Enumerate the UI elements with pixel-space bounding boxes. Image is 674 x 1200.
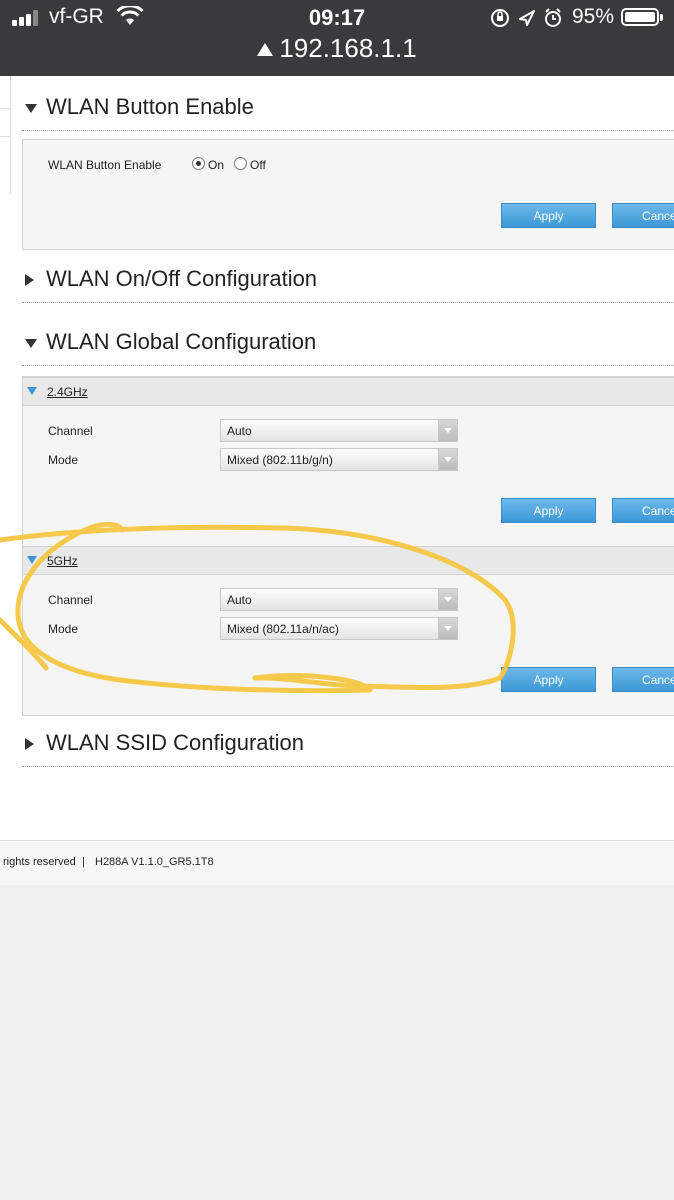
apply-button[interactable]: Apply <box>501 667 596 692</box>
url-text: 192.168.1.1 <box>279 33 417 63</box>
battery-icon <box>621 8 663 26</box>
location-arrow-icon <box>519 10 535 26</box>
mode-select-24[interactable]: Mixed (802.11b/g/n) <box>220 448 458 471</box>
copyright-text: rights reserved <box>3 856 76 868</box>
cancel-button[interactable]: Cance <box>612 203 674 228</box>
rotation-lock-icon <box>491 9 509 27</box>
collapsed-triangle-icon <box>25 738 34 750</box>
mode-label: Mode <box>48 453 79 467</box>
left-nav-edge <box>0 76 11 194</box>
expanded-triangle-icon <box>27 387 37 395</box>
channel-select-5[interactable]: Auto <box>220 588 458 611</box>
router-config-page: WLAN Button Enable WLAN Button Enable On… <box>0 76 674 885</box>
mode-label: Mode <box>48 622 79 636</box>
channel-value: Auto <box>227 424 252 438</box>
global-config-panel: 2.4GHz Channel Auto Mode Mixed (802.11b/… <box>22 376 674 716</box>
chevron-down-icon <box>438 449 457 470</box>
channel-label: Channel <box>48 593 93 607</box>
band-5-title[interactable]: 5GHz <box>47 554 78 568</box>
band-24-title[interactable]: 2.4GHz <box>47 385 88 399</box>
mode-value: Mixed (802.11b/g/n) <box>227 453 333 467</box>
apply-button[interactable]: Apply <box>501 203 596 228</box>
radio-off[interactable] <box>234 157 247 170</box>
expanded-triangle-icon <box>25 104 37 113</box>
channel-label: Channel <box>48 424 93 438</box>
battery-percentage: 95% <box>572 5 615 28</box>
cancel-button[interactable]: Cance <box>612 498 674 523</box>
expanded-triangle-icon <box>25 339 37 348</box>
browser-top-bar: vf-GR 09:17 95% 192.168.1.1 <box>0 0 674 76</box>
collapsed-triangle-icon <box>25 274 34 286</box>
section-title: WLAN On/Off Configuration <box>46 266 318 291</box>
section-title: WLAN Global Configuration <box>46 329 317 354</box>
mode-select-5[interactable]: Mixed (802.11a/n/ac) <box>220 617 458 640</box>
firmware-version: H288A V1.1.0_GR5.1T8 <box>95 856 214 868</box>
section-header-ssid[interactable]: WLAN SSID Configuration <box>22 726 674 767</box>
channel-value: Auto <box>227 593 252 607</box>
chevron-down-icon <box>438 420 457 441</box>
section-header-button-enable[interactable]: WLAN Button Enable <box>22 90 674 131</box>
alarm-icon <box>545 8 561 27</box>
section-title: WLAN SSID Configuration <box>46 730 304 755</box>
expanded-triangle-icon <box>27 556 37 564</box>
radio-on[interactable] <box>192 157 205 170</box>
section-header-onoff[interactable]: WLAN On/Off Configuration <box>22 262 674 303</box>
page-footer: rights reserved | H288A V1.1.0_GR5.1T8 <box>0 840 674 885</box>
address-bar[interactable]: 192.168.1.1 <box>0 33 674 64</box>
footer-separator: | <box>82 856 85 868</box>
cancel-button[interactable]: Cance <box>612 667 674 692</box>
mode-value: Mixed (802.11a/n/ac) <box>227 622 339 636</box>
radio-on-label: On <box>208 158 225 172</box>
apply-button[interactable]: Apply <box>501 498 596 523</box>
chevron-down-icon <box>438 589 457 610</box>
status-icons <box>491 8 561 27</box>
band-24-header[interactable]: 2.4GHz <box>23 377 674 406</box>
chevron-down-icon <box>438 618 457 639</box>
field-label: WLAN Button Enable <box>48 158 162 172</box>
warning-icon <box>257 43 274 56</box>
channel-select-24[interactable]: Auto <box>220 419 458 442</box>
section-title: WLAN Button Enable <box>46 94 254 119</box>
button-enable-panel: WLAN Button Enable On Off Apply Cance <box>22 139 674 250</box>
band-5-header[interactable]: 5GHz <box>23 546 674 575</box>
section-header-global[interactable]: WLAN Global Configuration <box>22 325 674 366</box>
radio-off-label: Off <box>250 158 266 172</box>
